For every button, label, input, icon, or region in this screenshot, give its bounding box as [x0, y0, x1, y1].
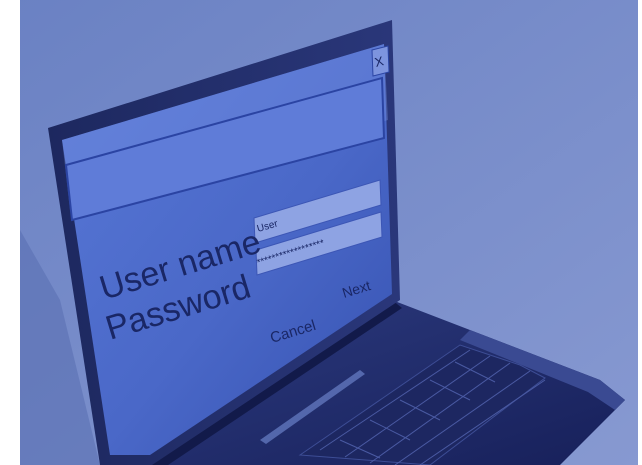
right-margin — [638, 0, 642, 465]
photo-scene: X User ****************** User name Pass… — [0, 0, 642, 465]
left-margin — [0, 0, 20, 465]
laptop-login-photo: X User ****************** User name Pass… — [0, 0, 642, 465]
